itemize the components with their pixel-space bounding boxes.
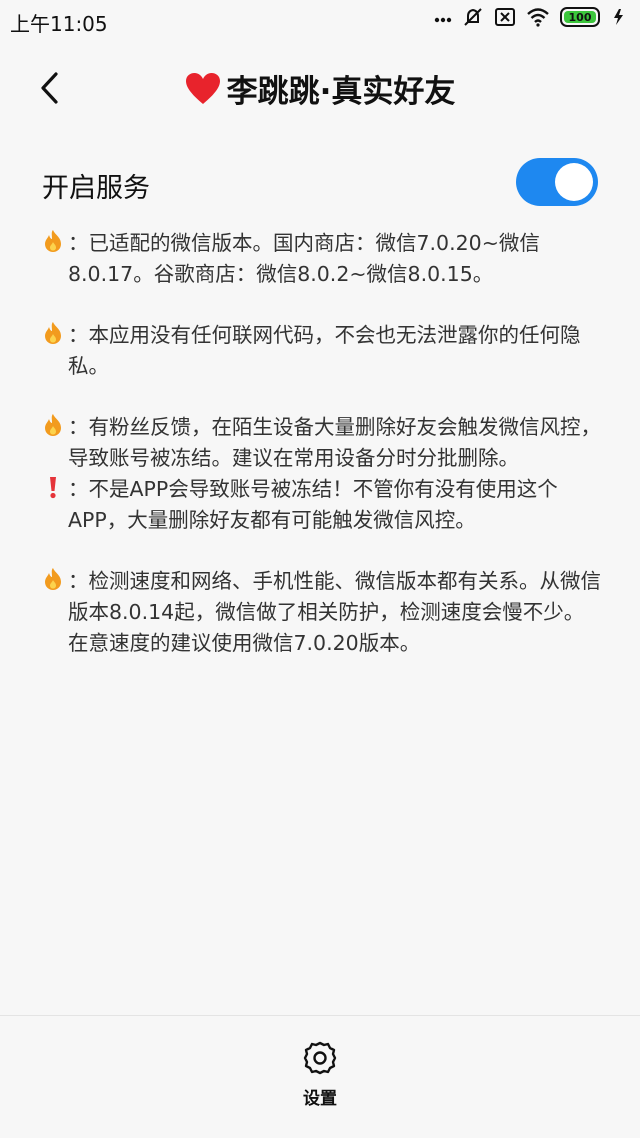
service-label: 开启服务	[42, 173, 150, 204]
note-text: ：有粉丝反馈，在陌生设备大量删除好友会触发微信风控，导致账号被冻结。建议在常用设…	[68, 415, 601, 470]
battery-level: 100	[568, 10, 592, 24]
note-item: ：有粉丝反馈，在陌生设备大量删除好友会触发微信风控，导致账号被冻结。建议在常用设…	[42, 412, 602, 474]
exclamation-icon	[42, 474, 66, 536]
settings-label: 设置	[303, 1089, 337, 1109]
note-item: ：已适配的微信版本。国内商店：微信7.0.20~微信8.0.17。谷歌商店：微信…	[42, 228, 602, 290]
charging-icon	[614, 9, 623, 25]
notes-section: ：已适配的微信版本。国内商店：微信7.0.20~微信8.0.17。谷歌商店：微信…	[42, 228, 602, 659]
bottom-nav: 设置	[0, 1015, 640, 1138]
battery-icon: 100	[560, 7, 600, 27]
gear-icon	[303, 1041, 337, 1075]
service-toggle[interactable]	[516, 158, 598, 206]
status-icons: 100	[434, 6, 628, 28]
service-row: 开启服务	[42, 158, 598, 206]
note-text: ：检测速度和网络、手机性能、微信版本都有关系。从微信版本8.0.14起，微信做了…	[68, 569, 601, 655]
toggle-knob	[555, 163, 593, 201]
settings-tab[interactable]: 设置	[280, 1040, 360, 1120]
heart-icon	[185, 72, 220, 104]
dots-icon	[434, 17, 452, 23]
page-title: 李跳跳·真实好友	[0, 66, 640, 111]
header: 李跳跳·真实好友	[0, 52, 640, 124]
note-text: ：已适配的微信版本。国内商店：微信7.0.20~微信8.0.17。谷歌商店：微信…	[68, 231, 540, 286]
title-text: 李跳跳·真实好友	[226, 74, 456, 110]
note-item: ：检测速度和网络、手机性能、微信版本都有关系。从微信版本8.0.14起，微信做了…	[42, 566, 602, 659]
note-text: ：不是APP会导致账号被冻结！不管你有没有使用这个APP，大量删除好友都有可能触…	[68, 477, 558, 532]
sim-icon	[495, 8, 515, 26]
note-item: ：不是APP会导致账号被冻结！不管你有没有使用这个APP，大量删除好友都有可能触…	[42, 474, 602, 536]
wifi-icon	[527, 8, 549, 27]
note-item: ：本应用没有任何联网代码，不会也无法泄露你的任何隐私。	[42, 320, 602, 382]
status-bar: 上午11:05 100	[0, 0, 640, 42]
status-time: 上午11:05	[10, 12, 108, 36]
mute-icon	[464, 8, 482, 26]
fire-icon	[42, 320, 66, 382]
note-text: ：本应用没有任何联网代码，不会也无法泄露你的任何隐私。	[68, 323, 581, 378]
fire-icon	[42, 566, 66, 659]
fire-icon	[42, 228, 66, 290]
fire-icon	[42, 412, 66, 474]
